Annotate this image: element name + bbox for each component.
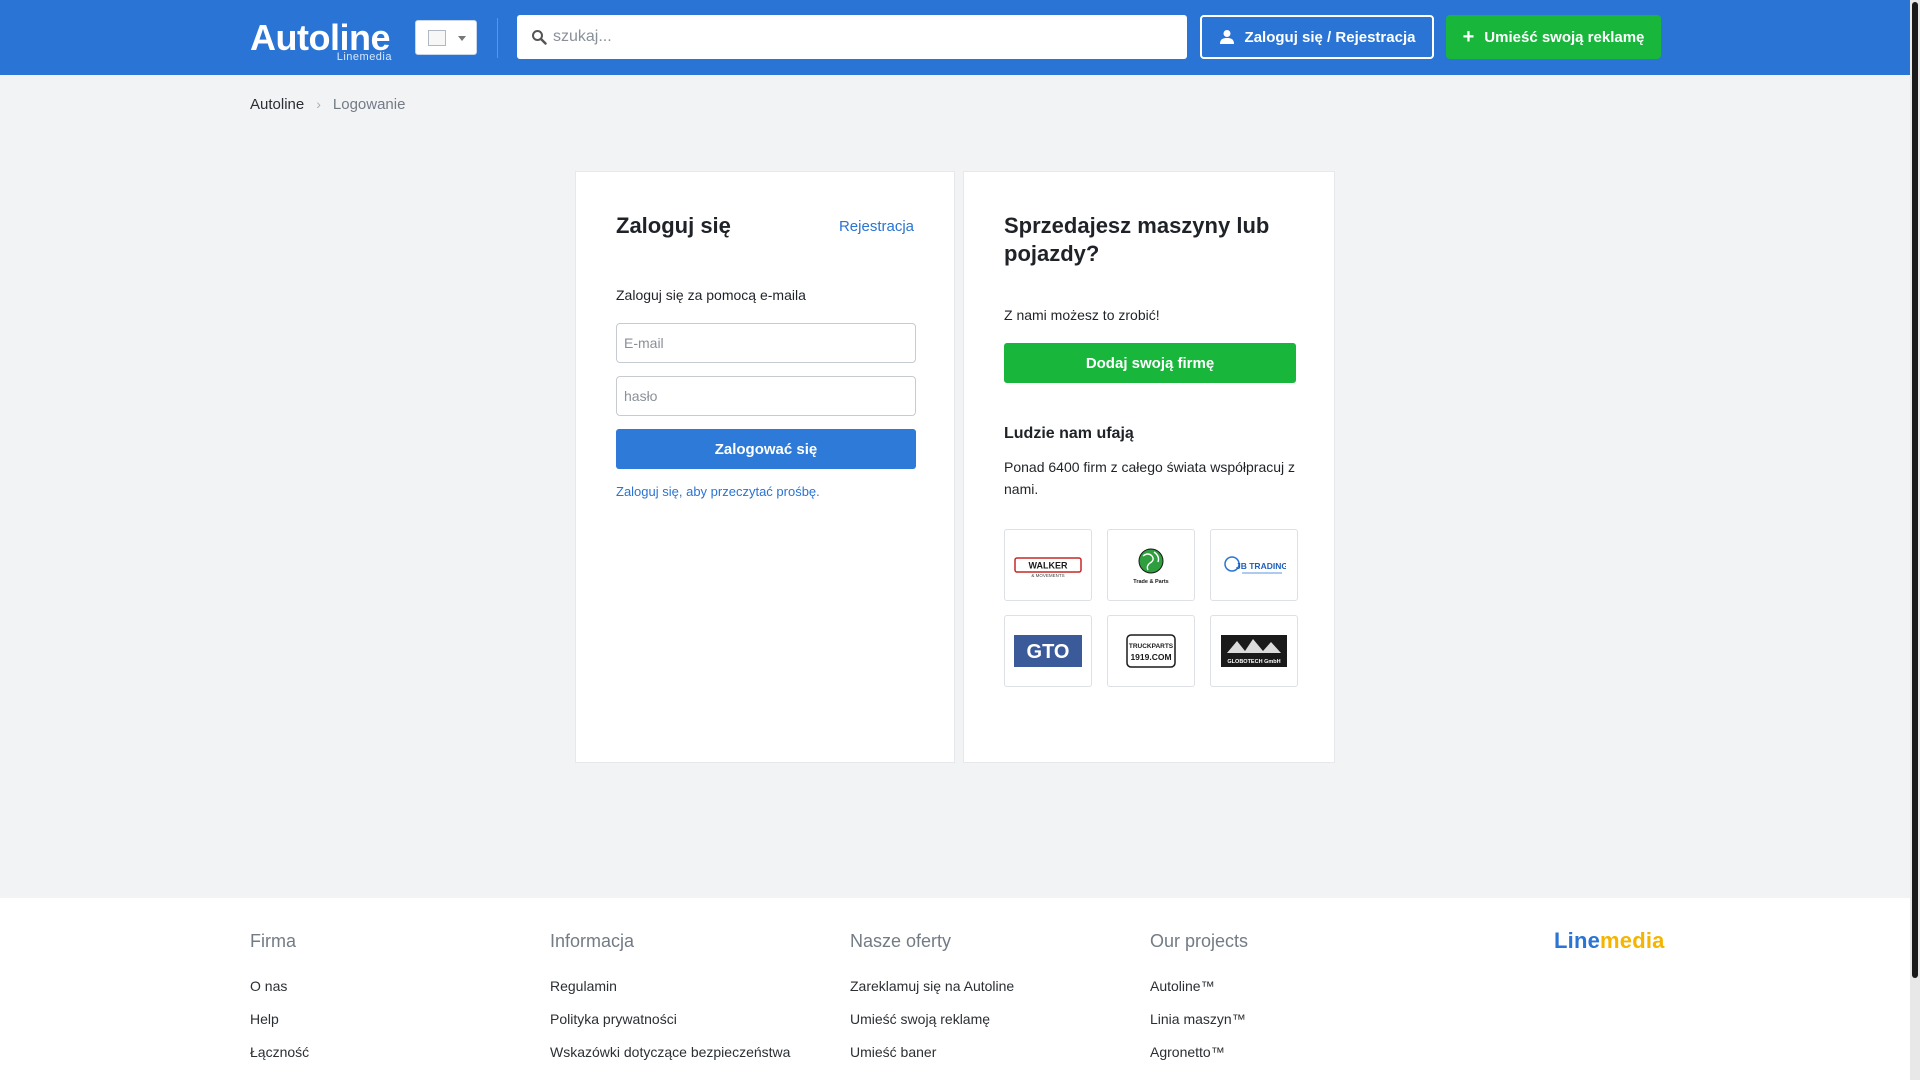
- language-selector[interactable]: [415, 20, 477, 55]
- partner-logo-globotech[interactable]: GLOBOTECH GmbH: [1210, 615, 1298, 687]
- page-footer: Firma O nas Help Łączność Informacja Reg…: [0, 898, 1910, 1080]
- partner-logo-gto[interactable]: GTO: [1004, 615, 1092, 687]
- user-icon: [1219, 30, 1234, 44]
- globotech-logo-icon: GLOBOTECH GmbH: [1221, 635, 1287, 667]
- login-register-label: Zaloguj się / Rejestracja: [1244, 28, 1416, 46]
- email-field[interactable]: [616, 323, 916, 363]
- globe-logo-icon: Trade & Parts: [1133, 548, 1169, 585]
- footer-link-terms[interactable]: Regulamin: [550, 978, 790, 994]
- partner-text: JB TRADING: [1236, 561, 1286, 571]
- top-header: Autoline Linemedia Zaloguj się / Rejestr…: [0, 0, 1910, 75]
- partner-text: Trade & Parts: [1133, 579, 1168, 585]
- search-box: [517, 15, 1187, 59]
- footer-link-autoline[interactable]: Autoline™: [1150, 978, 1248, 994]
- partner-text: GLOBOTECH GmbH: [1227, 659, 1280, 665]
- footer-column-info: Informacja Regulamin Polityka prywatnośc…: [550, 931, 790, 1077]
- footer-heading: Nasze oferty: [850, 931, 952, 951]
- partner-logo-jb-trading[interactable]: JB TRADING: [1210, 529, 1298, 601]
- add-company-button[interactable]: Dodaj swoją firmę: [1004, 343, 1296, 383]
- linemedia-logo[interactable]: Linemedia: [1554, 928, 1665, 954]
- login-register-button[interactable]: Zaloguj się / Rejestracja: [1200, 15, 1434, 59]
- search-icon: [532, 30, 547, 45]
- logo-subtext: Linemedia: [336, 51, 392, 63]
- breadcrumb-home[interactable]: Autoline: [250, 96, 304, 113]
- breadcrumb-current: Logowanie: [332, 95, 406, 113]
- chevron-down-icon: [458, 36, 466, 41]
- walker-logo-icon: WALKER & MOVEMENTS: [1014, 557, 1082, 578]
- footer-column-company: Firma O nas Help Łączność: [250, 931, 309, 1077]
- partner-logo-walker[interactable]: WALKER & MOVEMENTS: [1004, 529, 1092, 601]
- autoline-logo[interactable]: Autoline Linemedia: [250, 20, 392, 64]
- footer-heading: Informacja: [550, 931, 635, 951]
- register-link[interactable]: Rejestracja: [839, 218, 914, 235]
- password-field[interactable]: [616, 376, 916, 416]
- partner-text: WALKER: [1029, 561, 1068, 571]
- footer-column-projects: Our projects Autoline™ Linia maszyn™ Agr…: [1150, 931, 1248, 1077]
- footer-link-post-ad[interactable]: Umieść swoją reklamę: [850, 1011, 1014, 1027]
- login-title: Zaloguj się: [616, 213, 731, 238]
- brand-media-text: media: [1600, 928, 1665, 953]
- footer-link-safety[interactable]: Wskazówki dotyczące bezpieczeństwa: [550, 1044, 790, 1060]
- header-divider: [497, 18, 498, 58]
- footer-heading: Firma: [250, 931, 296, 951]
- breadcrumb: Autoline › Logowanie: [250, 95, 405, 113]
- flag-icon: [428, 30, 446, 46]
- scrollbar-thumb[interactable]: [1912, 2, 1918, 978]
- partner-subtext: 1919.COM: [1130, 652, 1171, 662]
- login-card: Zaloguj się Rejestracja Zaloguj się za p…: [575, 171, 955, 763]
- partner-text: TRUCKPARTS: [1129, 643, 1174, 650]
- chevron-right-icon: ›: [316, 96, 321, 112]
- seller-text: Z nami możesz to zrobić!: [1004, 307, 1160, 323]
- footer-link-help[interactable]: Help: [250, 1011, 309, 1027]
- footer-column-offers: Nasze oferty Zareklamuj się na Autoline …: [850, 931, 1014, 1077]
- footer-link-contact[interactable]: Łączność: [250, 1044, 309, 1060]
- partner-logos: WALKER & MOVEMENTS Trade & Parts JB TRAD…: [1004, 529, 1298, 687]
- login-subtitle: Zaloguj się za pomocą e-maila: [616, 287, 806, 303]
- footer-link-machinery[interactable]: Linia maszyn™: [1150, 1011, 1248, 1027]
- partner-logo-trade-parts[interactable]: Trade & Parts: [1107, 529, 1195, 601]
- partner-text: GTO: [1027, 641, 1070, 663]
- footer-link-agronetto[interactable]: Agronetto™: [1150, 1044, 1248, 1060]
- seller-title: Sprzedajesz maszyny lub pojazdy?: [1004, 213, 1270, 266]
- footer-link-banner[interactable]: Umieść baner: [850, 1044, 1014, 1060]
- brand-line-text: Line: [1554, 928, 1601, 953]
- footer-heading: Our projects: [1150, 931, 1249, 951]
- plus-icon: +: [1462, 26, 1475, 48]
- partner-logo-truckparts[interactable]: TRUCKPARTS 1919.COM: [1107, 615, 1195, 687]
- post-ad-label: Umieść swoją reklamę: [1484, 28, 1645, 46]
- login-submit-button[interactable]: Zalogować się: [616, 429, 916, 469]
- login-request-link[interactable]: Zaloguj się, aby przeczytać prośbę.: [616, 484, 820, 499]
- jb-trading-logo-icon: JB TRADING: [1224, 556, 1286, 574]
- page-scrollbar[interactable]: [1910, 0, 1920, 1080]
- gto-logo-icon: GTO: [1014, 635, 1082, 667]
- footer-link-privacy[interactable]: Polityka prywatności: [550, 1011, 790, 1027]
- search-input[interactable]: [553, 15, 1173, 59]
- truckparts-logo-icon: TRUCKPARTS 1919.COM: [1126, 634, 1176, 668]
- footer-link-advertise[interactable]: Zareklamuj się na Autoline: [850, 978, 1014, 994]
- post-ad-button[interactable]: + Umieść swoją reklamę: [1446, 15, 1661, 59]
- seller-card: Sprzedajesz maszyny lub pojazdy? Z nami …: [963, 171, 1335, 763]
- trust-title: Ludzie nam ufają: [1004, 425, 1134, 442]
- trust-text: Ponad 6400 firm z całego świata współpra…: [1004, 459, 1296, 497]
- footer-link-about[interactable]: O nas: [250, 978, 309, 994]
- partner-subtext: & MOVEMENTS: [1031, 573, 1064, 578]
